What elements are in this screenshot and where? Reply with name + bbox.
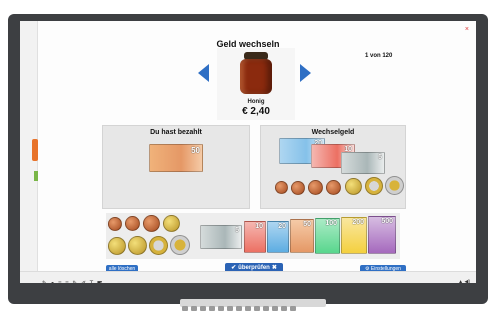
coin-20-cent[interactable] — [108, 237, 126, 255]
honey-jar-image — [237, 52, 275, 94]
product-card: Honig € 2,40 — [217, 48, 295, 120]
sidebar-tab[interactable] — [32, 139, 38, 161]
change-panel[interactable]: Wechselgeld 20 10 5 — [260, 125, 406, 209]
product-price: € 2,40 — [242, 106, 270, 117]
coin-1-cent[interactable] — [275, 181, 288, 194]
banknote-100[interactable]: 100 — [315, 218, 340, 254]
banknote-50[interactable]: 50 — [149, 144, 203, 172]
coin-50-cent[interactable] — [128, 236, 147, 255]
banknote-5[interactable]: 5 — [200, 225, 242, 249]
banknote-10[interactable]: 10 — [244, 221, 266, 253]
paid-panel-title: Du hast bezahlt — [150, 129, 202, 136]
coin-10-cent[interactable] — [163, 215, 180, 232]
change-panel-title: Wechselgeld — [311, 129, 355, 136]
close-icon[interactable]: × — [465, 26, 469, 33]
coin-1-euro[interactable] — [365, 177, 383, 195]
arrow-left-icon[interactable] — [198, 64, 209, 82]
pen-tools[interactable]: ✎ ● ≡ ≡ ✎ ✐ T ◩ · — [42, 280, 109, 283]
system-tray[interactable]: ▲ ◀) — [458, 279, 470, 283]
banknote-5[interactable]: 5 — [341, 152, 385, 174]
app-screen: × Geld wechseln 1 von 120 Honig € 2,40 D… — [20, 21, 476, 283]
coin-20-cent[interactable] — [345, 178, 362, 195]
whiteboard-dock[interactable] — [180, 299, 326, 311]
sidebar-tab-green[interactable] — [34, 171, 38, 181]
banknote-500[interactable]: 500 — [368, 216, 396, 254]
banknote-50[interactable]: 50 — [290, 219, 314, 253]
money-tray: 5 10 20 50 100 200 500 — [106, 213, 400, 259]
coin-1-cent[interactable] — [108, 217, 122, 231]
question-counter: 1 von 120 — [365, 53, 393, 59]
coin-5-cent[interactable] — [326, 180, 341, 195]
paid-panel[interactable]: Du hast bezahlt 50 — [102, 125, 250, 209]
product-name: Honig — [247, 99, 265, 105]
coin-2-euro[interactable] — [170, 235, 190, 255]
banknote-200[interactable]: 200 — [341, 217, 367, 254]
coin-2-cent[interactable] — [291, 181, 305, 195]
coin-5-cent[interactable] — [143, 215, 160, 232]
coin-2-euro[interactable] — [385, 176, 404, 195]
coin-1-euro[interactable] — [149, 236, 168, 255]
coin-5-cent[interactable] — [308, 180, 323, 195]
banknote-20[interactable]: 20 — [267, 221, 289, 253]
coin-2-cent[interactable] — [125, 216, 140, 231]
arrow-right-icon[interactable] — [300, 64, 311, 82]
